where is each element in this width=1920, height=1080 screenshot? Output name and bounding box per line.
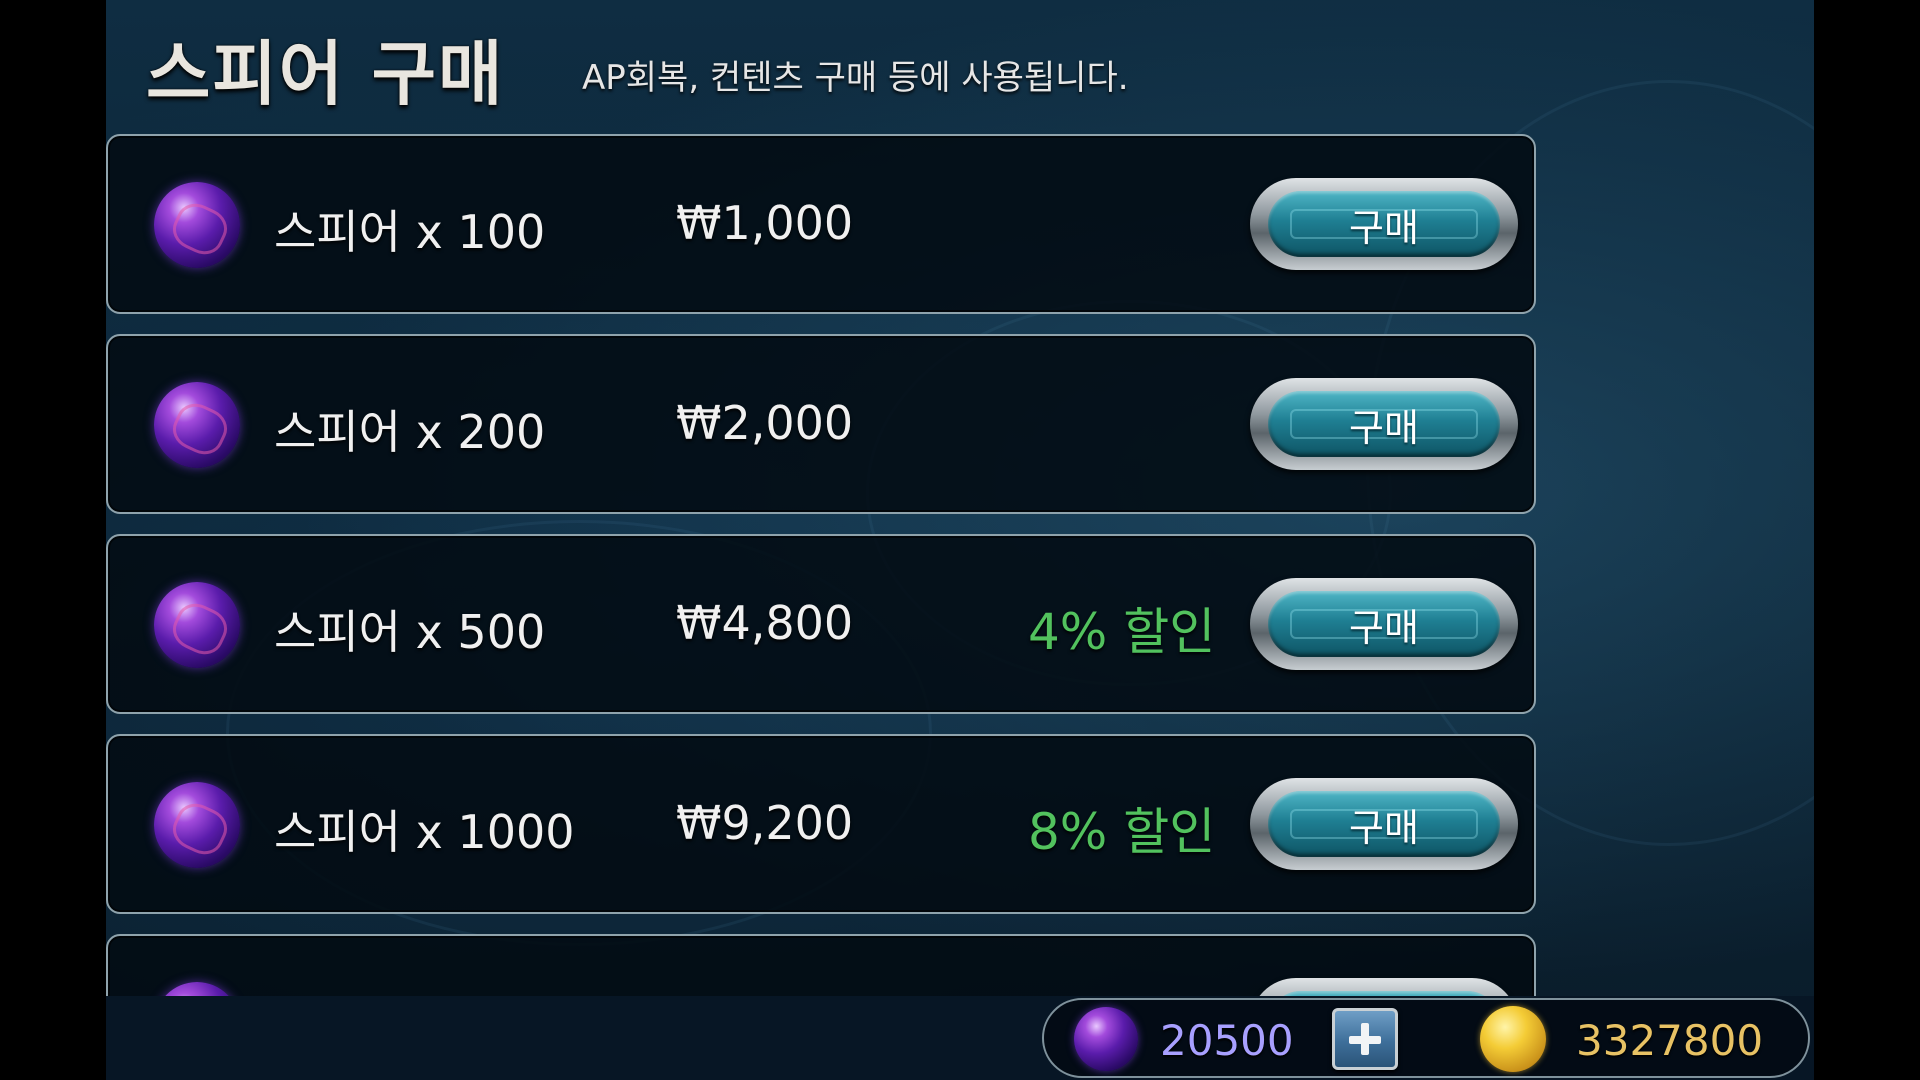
product-name: 스피어 x 1000 — [274, 805, 575, 859]
product-row — [106, 934, 1536, 996]
product-row: 스피어 x 500 ₩4,800 4% 할인 구매 — [106, 534, 1536, 714]
gold-coin-icon — [1480, 1006, 1546, 1072]
buy-button[interactable]: 구매 — [1250, 178, 1518, 270]
spear-orb-icon — [154, 582, 240, 668]
spear-orb-icon — [154, 982, 240, 996]
add-spear-button[interactable] — [1332, 1008, 1398, 1070]
buy-button-label: 구매 — [1349, 805, 1419, 850]
spear-orb-icon — [154, 382, 240, 468]
product-name: 스피어 x 100 — [274, 205, 546, 259]
spear-orb-icon — [1074, 1007, 1138, 1071]
product-price: ₩1,000 — [676, 196, 854, 250]
product-name: 스피어 x 200 — [274, 405, 546, 459]
spear-orb-icon — [154, 782, 240, 868]
buy-button-label: 구매 — [1349, 605, 1419, 650]
product-row: 스피어 x 1000 ₩9,200 8% 할인 구매 — [106, 734, 1536, 914]
buy-button-label: 구매 — [1349, 405, 1419, 450]
buy-button[interactable]: 구매 — [1250, 378, 1518, 470]
buy-button-face: 구매 — [1268, 791, 1500, 857]
product-name: 스피어 x 500 — [274, 605, 546, 659]
buy-button[interactable]: 구매 — [1250, 778, 1518, 870]
product-row: 스피어 x 100 ₩1,000 구매 — [106, 134, 1536, 314]
discount-label: 8% 할인 — [1028, 803, 1216, 861]
product-row: 스피어 x 200 ₩2,000 구매 — [106, 334, 1536, 514]
buy-button-face: 구매 — [1268, 391, 1500, 457]
discount-label: 4% 할인 — [1028, 603, 1216, 661]
shop-screen: 스피어 구매 AP회복, 컨텐츠 구매 등에 사용됩니다. 스피어 x 100 … — [106, 0, 1814, 1080]
product-price: ₩9,200 — [676, 796, 854, 850]
page-subtitle: AP회복, 컨텐츠 구매 등에 사용됩니다. — [582, 58, 1129, 98]
spear-orb-icon — [154, 182, 240, 268]
page-title: 스피어 구매 — [146, 33, 505, 115]
buy-button[interactable] — [1250, 978, 1518, 996]
currency-panel: 20500 3327800 — [1042, 998, 1810, 1078]
buy-button-face: 구매 — [1268, 591, 1500, 657]
product-price: ₩2,000 — [676, 396, 854, 450]
buy-button-face: 구매 — [1268, 191, 1500, 257]
buy-button[interactable]: 구매 — [1250, 578, 1518, 670]
buy-button-label: 구매 — [1349, 205, 1419, 250]
gold-balance: 3327800 — [1576, 1016, 1764, 1065]
spear-balance: 20500 — [1160, 1016, 1294, 1065]
product-list[interactable]: 스피어 x 100 ₩1,000 구매 스피어 x 200 ₩2,000 구매 … — [106, 134, 1538, 996]
product-price: ₩4,800 — [676, 596, 854, 650]
